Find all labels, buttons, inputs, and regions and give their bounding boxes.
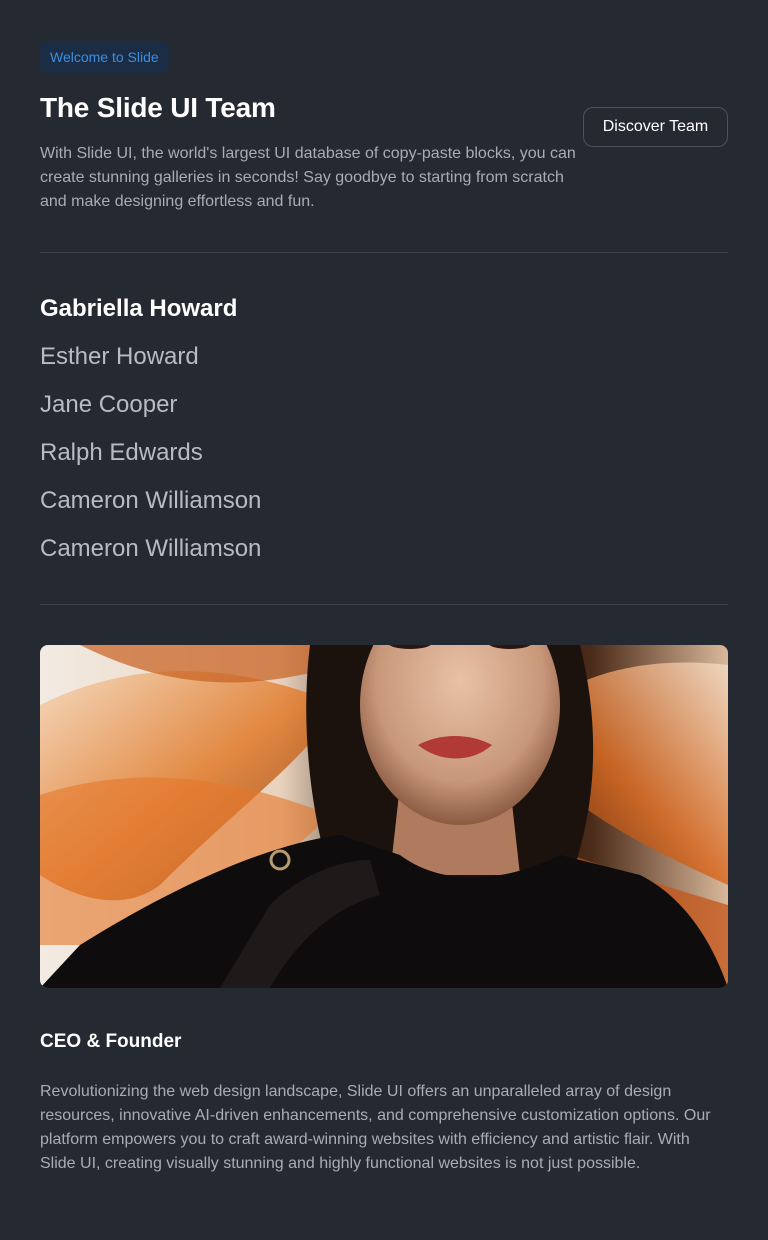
team-member-item[interactable]: Cameron Williamson <box>40 481 261 529</box>
team-member-list: Gabriella Howard Esther Howard Jane Coop… <box>40 289 261 577</box>
team-member-item[interactable]: Jane Cooper <box>40 385 261 433</box>
team-member-item[interactable]: Esther Howard <box>40 337 261 385</box>
intro-text: With Slide UI, the world's largest UI da… <box>40 145 576 210</box>
team-member-photo <box>40 645 728 988</box>
member-bio: Revolutionizing the web design landscape… <box>40 1083 711 1172</box>
divider-top <box>40 252 728 253</box>
team-member-item[interactable]: Gabriella Howard <box>40 289 261 337</box>
discover-team-button[interactable]: Discover Team <box>583 107 728 147</box>
divider-bottom <box>40 604 728 605</box>
team-member-item[interactable]: Ralph Edwards <box>40 433 261 481</box>
welcome-badge: Welcome to Slide <box>40 41 169 73</box>
team-section: Welcome to Slide The Slide UI Team With … <box>0 0 768 1240</box>
portrait-image <box>40 645 728 988</box>
team-member-item[interactable]: Cameron Williamson <box>40 529 261 577</box>
page-title: The Slide UI Team <box>40 92 276 123</box>
member-role: CEO & Founder <box>40 1031 182 1052</box>
